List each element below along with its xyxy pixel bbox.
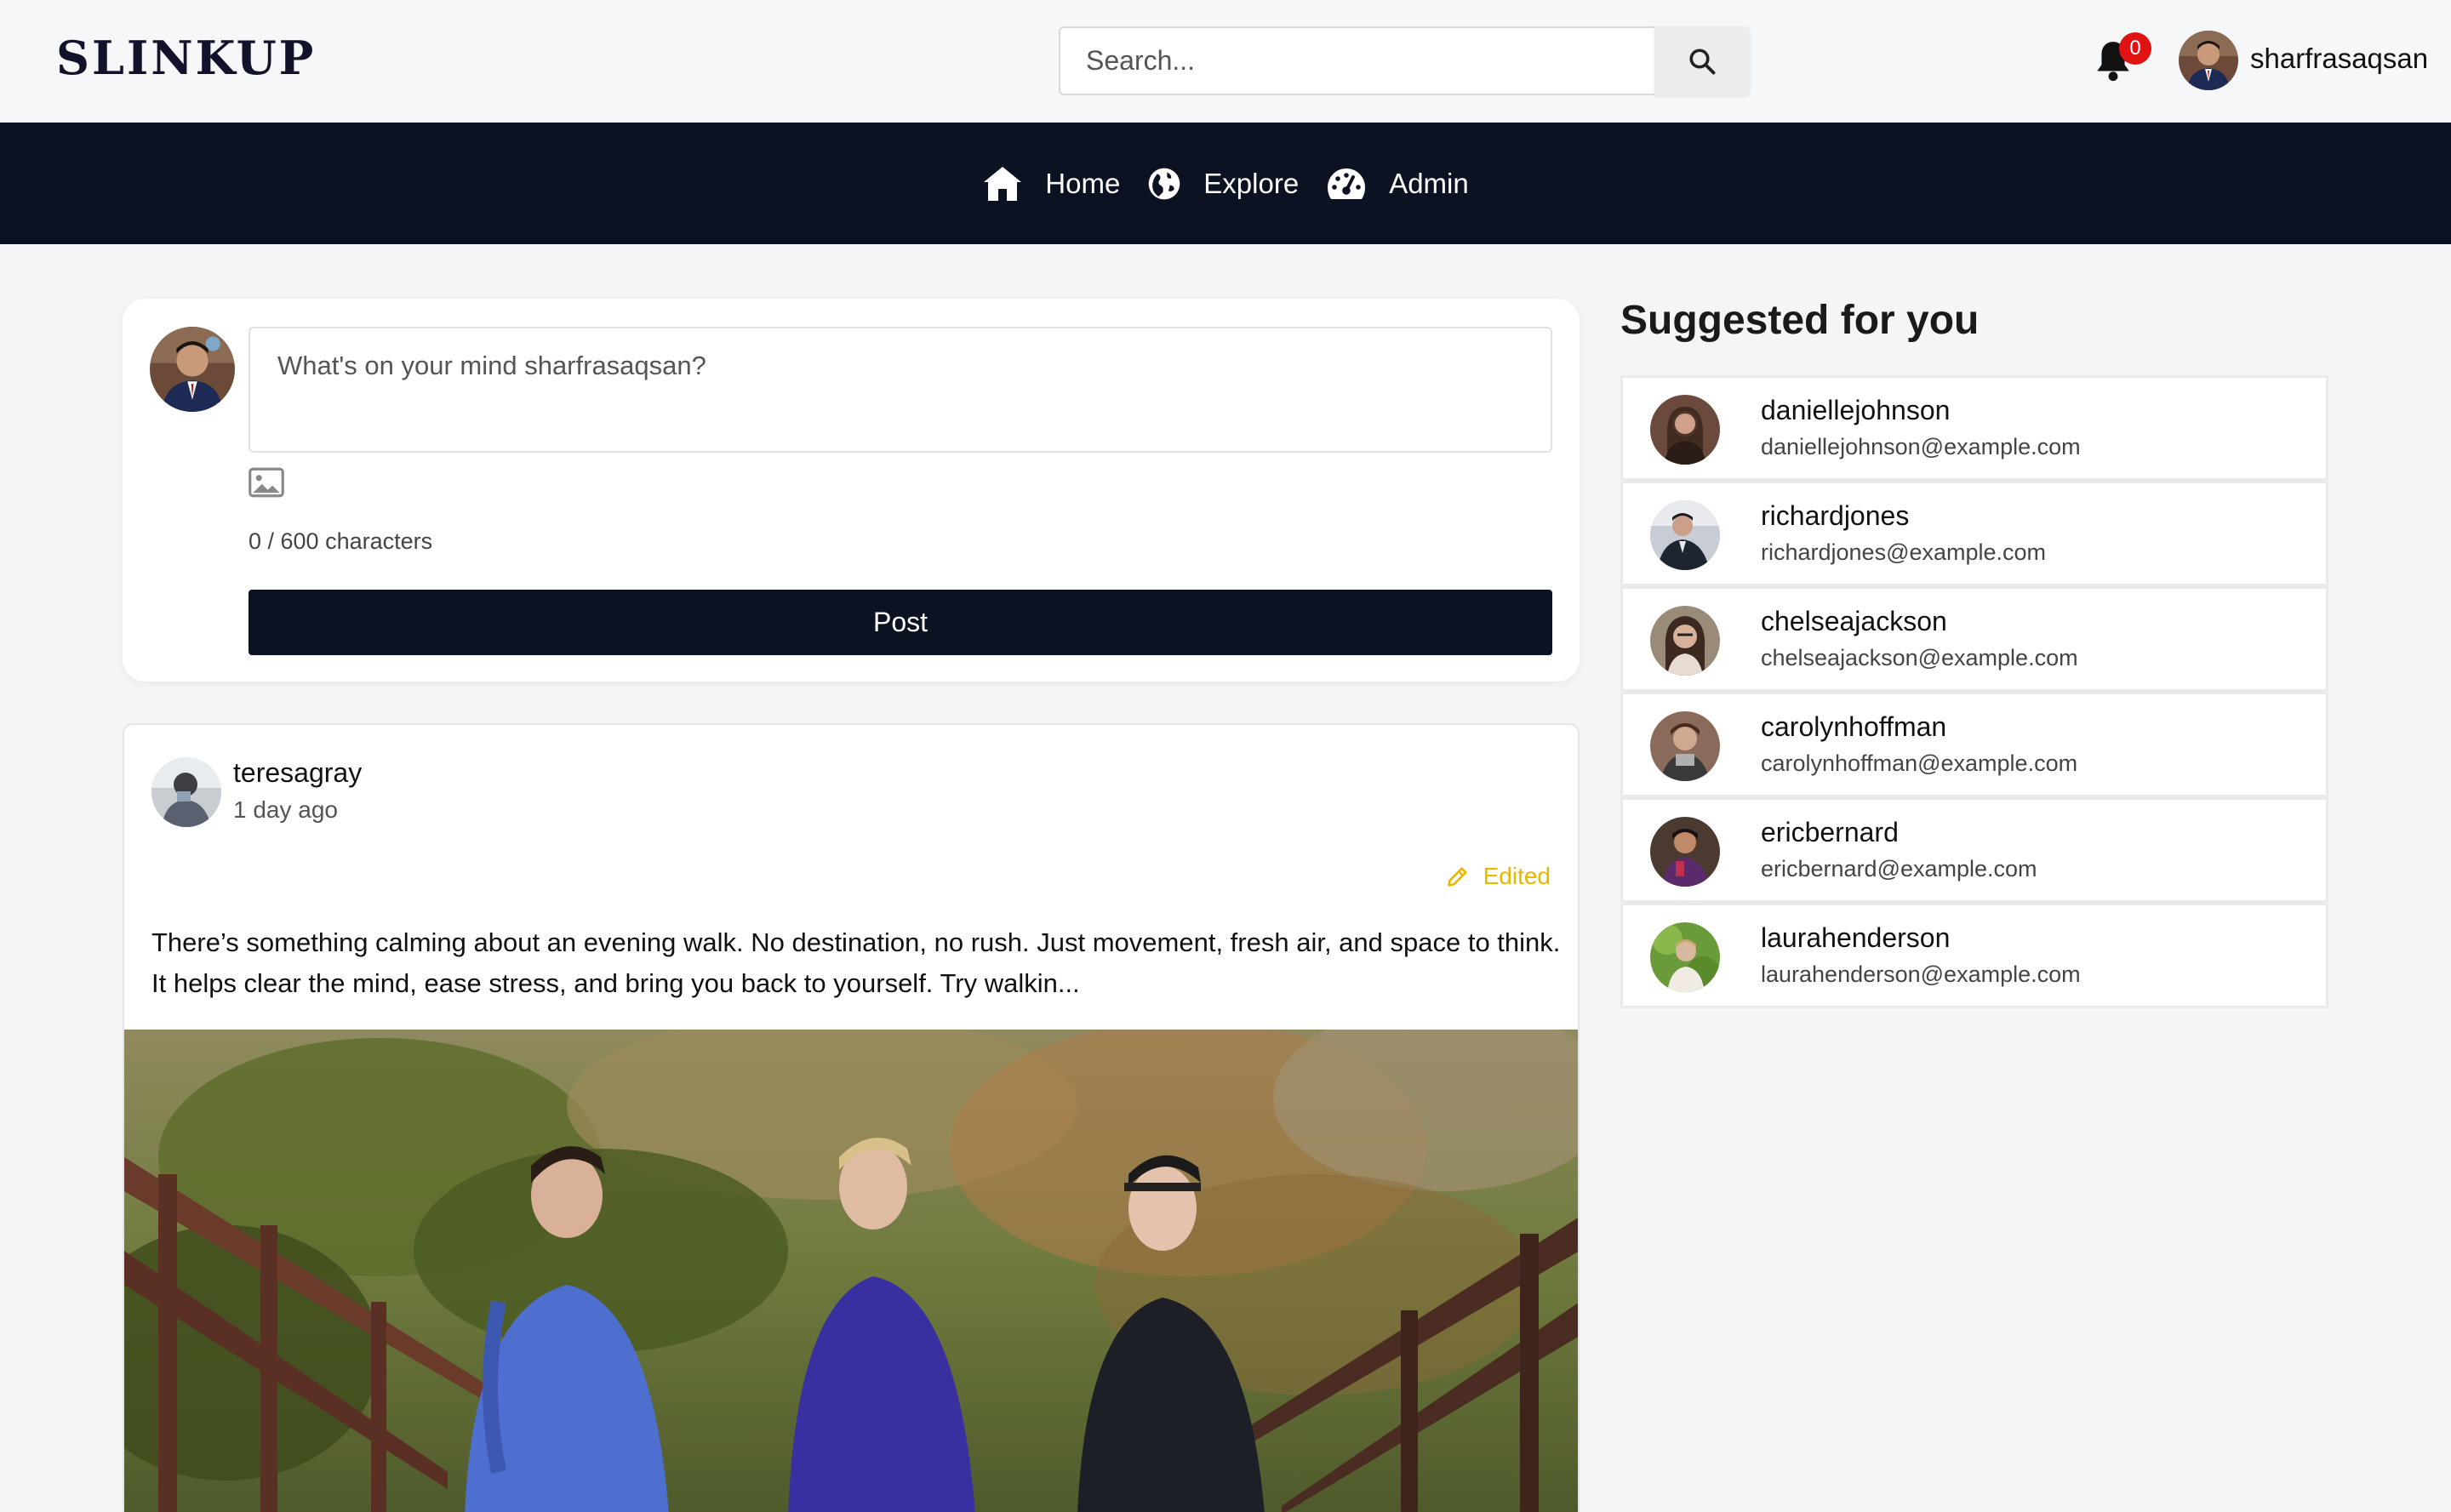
globe-icon xyxy=(1148,168,1180,199)
suggestion-username[interactable]: ericbernard xyxy=(1761,817,1899,848)
avatar[interactable] xyxy=(151,757,221,827)
image-upload-icon[interactable] xyxy=(249,467,284,498)
post-composer: 0 / 600 characters Post xyxy=(123,299,1580,682)
top-header: SLINKUP 0 sharfrasaqsan xyxy=(0,0,2451,123)
nav-label-explore: Explore xyxy=(1203,167,1300,199)
nav-item-explore[interactable]: Explore xyxy=(1147,167,1299,201)
suggestion-username[interactable]: carolynhoffman xyxy=(1761,711,1946,743)
post-content: There’s something calming about an eveni… xyxy=(151,927,1561,998)
post-text-input[interactable] xyxy=(249,327,1552,453)
post-image[interactable] xyxy=(124,1030,1580,1512)
list-item[interactable]: ericbernard ericbernard@example.com xyxy=(1620,797,2328,903)
list-item[interactable]: laurahenderson laurahenderson@example.co… xyxy=(1620,903,2328,1008)
avatar xyxy=(1650,606,1720,676)
suggestions-heading: Suggested for you xyxy=(1620,298,1980,343)
list-item[interactable]: richardjones richardjones@example.com xyxy=(1620,481,2328,586)
avatar xyxy=(1650,711,1720,781)
suggestion-username[interactable]: richardjones xyxy=(1761,500,1909,532)
suggestion-email: carolynhoffman@example.com xyxy=(1761,750,2078,776)
post-button[interactable]: Post xyxy=(249,590,1552,655)
main-nav: Home Explore Admin xyxy=(0,123,2451,244)
suggestion-username[interactable]: laurahenderson xyxy=(1761,922,1950,954)
dashboard-icon xyxy=(1328,168,1366,199)
post-author[interactable]: teresagray xyxy=(233,757,362,789)
avatar xyxy=(1650,500,1720,570)
notification-badge: 0 xyxy=(2119,32,2151,65)
avatar[interactable] xyxy=(2179,31,2238,90)
edited-label: Edited xyxy=(1483,863,1551,889)
character-counter: 0 / 600 characters xyxy=(249,528,433,554)
suggestion-email: daniellejohnson@example.com xyxy=(1761,434,2081,459)
search-bar xyxy=(1059,26,1750,95)
home-icon xyxy=(984,166,1022,201)
nav-label-admin: Admin xyxy=(1389,167,1469,199)
avatar xyxy=(1650,395,1720,465)
avatar xyxy=(150,327,235,412)
pencil-icon xyxy=(1447,867,1467,887)
suggestion-username[interactable]: daniellejohnson xyxy=(1761,395,1950,426)
feed-post: teresagray 1 day ago Edited There’s some… xyxy=(123,723,1580,1512)
suggestion-email: laurahenderson@example.com xyxy=(1761,961,2081,987)
nav-item-home[interactable]: Home xyxy=(982,165,1120,203)
nav-label-home: Home xyxy=(1045,167,1121,199)
suggestion-email: ericbernard@example.com xyxy=(1761,856,2037,882)
nav-item-admin[interactable]: Admin xyxy=(1326,167,1469,201)
brand-logo[interactable]: SLINKUP xyxy=(56,31,316,85)
list-item[interactable]: daniellejohnson daniellejohnson@example.… xyxy=(1620,375,2328,481)
list-item[interactable]: carolynhoffman carolynhoffman@example.co… xyxy=(1620,692,2328,797)
suggestion-email: chelseajackson@example.com xyxy=(1761,645,2078,670)
current-username[interactable]: sharfrasaqsan xyxy=(2250,43,2428,75)
avatar xyxy=(1650,817,1720,887)
suggestions-list: daniellejohnson daniellejohnson@example.… xyxy=(1620,375,2328,1008)
search-button[interactable] xyxy=(1654,26,1750,95)
search-icon xyxy=(1689,48,1716,74)
list-item[interactable]: chelseajackson chelseajackson@example.co… xyxy=(1620,586,2328,692)
suggestion-username[interactable]: chelseajackson xyxy=(1761,606,1947,637)
post-timestamp: 1 day ago xyxy=(233,796,338,823)
suggestion-email: richardjones@example.com xyxy=(1761,539,2047,565)
edited-indicator: Edited xyxy=(1446,863,1551,890)
search-input[interactable] xyxy=(1059,26,1654,95)
avatar xyxy=(1650,922,1720,992)
